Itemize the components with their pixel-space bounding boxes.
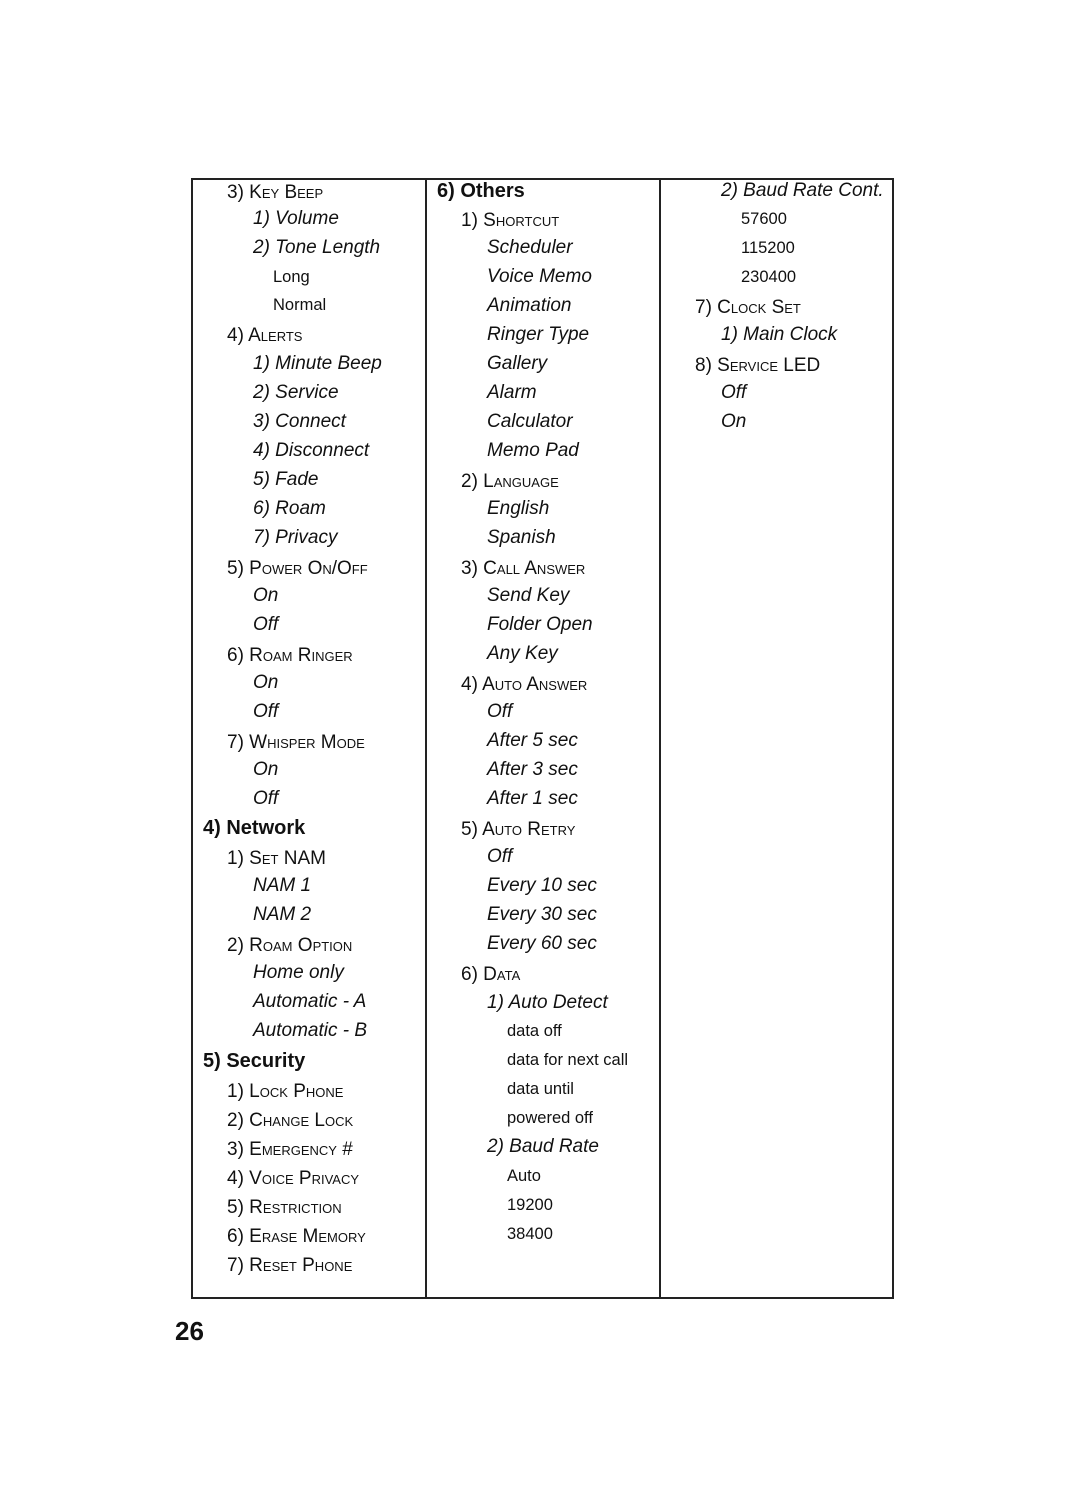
submenu-item: 2) Service	[253, 382, 339, 403]
menu-column-1: 3) Key Beep 1) Volume 2) Tone Length Long No…	[193, 180, 427, 1297]
menu-option: Long	[273, 268, 310, 286]
menu-item: 5) Power On/Off	[227, 558, 368, 579]
submenu-item: Off	[253, 788, 279, 809]
submenu-item: Any Key	[487, 643, 558, 664]
submenu-item: 1) Volume	[253, 208, 339, 229]
menu-option: data for next call	[507, 1051, 629, 1069]
submenu-item: NAM 1	[253, 875, 312, 896]
submenu-item: Voice Memo	[487, 266, 592, 287]
menu-item: 1) Lock Phone	[227, 1081, 344, 1102]
menu-option: 38400	[507, 1225, 553, 1243]
submenu-item: English	[487, 498, 550, 519]
menu-option: 57600	[741, 210, 787, 228]
menu-item: 2) Language	[461, 471, 559, 492]
submenu-item: Every 10 sec	[487, 875, 597, 896]
submenu-item: Memo Pad	[487, 440, 579, 461]
submenu-item: After 1 sec	[487, 788, 578, 809]
menu-item: 3) Emergency #	[227, 1139, 353, 1160]
submenu-item: 2) Baud Rate Cont.	[721, 180, 884, 201]
menu-item: 3) Key Beep	[227, 182, 324, 203]
menu-option: 230400	[741, 268, 797, 286]
menu-item: 8) Service LED	[695, 355, 821, 376]
submenu-item: Automatic - B	[253, 1020, 368, 1041]
menu-option: powered off	[507, 1109, 593, 1127]
submenu-item: Scheduler	[487, 237, 573, 258]
submenu-item: NAM 2	[253, 904, 312, 925]
menu-section-heading: 4) Network	[203, 817, 306, 839]
submenu-item: Send Key	[487, 585, 570, 606]
submenu-item: Every 60 sec	[487, 933, 597, 954]
menu-item: 5) Auto Retry	[461, 819, 576, 840]
menu-item: 4) Alerts	[227, 325, 303, 346]
menu-item: 7) Whisper Mode	[227, 732, 365, 753]
submenu-item: Calculator	[487, 411, 573, 432]
menu-item: 2) Roam Option	[227, 935, 353, 956]
menu-item: 7) Reset Phone	[227, 1255, 353, 1276]
submenu-item: On	[253, 759, 279, 780]
menu-option: 19200	[507, 1196, 553, 1214]
submenu-item: Off	[253, 614, 279, 635]
submenu-item: Folder Open	[487, 614, 593, 635]
menu-column-3: 2) Baud Rate Cont. 57600 115200 230400 7) Cl…	[661, 180, 892, 1297]
submenu-item: On	[721, 411, 747, 432]
submenu-item: On	[253, 585, 279, 606]
page-number: 26	[175, 1316, 204, 1346]
menu-option: Auto	[507, 1167, 541, 1185]
submenu-item: Every 30 sec	[487, 904, 597, 925]
menu-section-heading: 6) Others	[437, 180, 525, 202]
menu-item: 1) Set NAM	[227, 848, 326, 869]
menu-option: 115200	[741, 239, 795, 257]
submenu-item: 7) Privacy	[253, 527, 338, 548]
submenu-item: On	[253, 672, 279, 693]
menu-item: 1) Shortcut	[461, 210, 560, 231]
submenu-item: 2) Baud Rate	[487, 1136, 599, 1157]
menu-option: data until	[507, 1080, 574, 1098]
menu-item: 6) Erase Memory	[227, 1226, 366, 1247]
submenu-item: Animation	[487, 295, 572, 316]
menu-column-2: 6) Others 1) Shortcut Scheduler Voice Memo A…	[427, 180, 661, 1297]
submenu-item: Off	[721, 382, 747, 403]
submenu-item: Ringer Type	[487, 324, 590, 345]
menu-item: 6) Data	[461, 964, 521, 985]
submenu-item: 3) Connect	[253, 411, 346, 432]
menu-item: 6) Roam Ringer	[227, 645, 353, 666]
submenu-item: Spanish	[487, 527, 556, 548]
submenu-item: Automatic - A	[253, 991, 367, 1012]
submenu-item: Off	[487, 846, 513, 867]
menu-option: data off	[507, 1022, 562, 1040]
menu-item: 3) Call Answer	[461, 558, 586, 579]
menu-item: 5) Restriction	[227, 1197, 342, 1218]
menu-item: 2) Change Lock	[227, 1110, 354, 1131]
submenu-item: Home only	[253, 962, 344, 983]
submenu-item: Off	[253, 701, 279, 722]
submenu-item: 6) Roam	[253, 498, 326, 519]
submenu-item: Gallery	[487, 353, 548, 374]
menu-item: 4) Voice Privacy	[227, 1168, 360, 1189]
menu-section-heading: 5) Security	[203, 1050, 306, 1072]
submenu-item: Alarm	[487, 382, 537, 403]
submenu-item: 2) Tone Length	[253, 237, 381, 258]
menu-item: 7) Clock Set	[695, 297, 801, 318]
menu-item: 4) Auto Answer	[461, 674, 588, 695]
submenu-item: After 5 sec	[487, 730, 578, 751]
submenu-item: After 3 sec	[487, 759, 578, 780]
submenu-item: 4) Disconnect	[253, 440, 370, 461]
submenu-item: 5) Fade	[253, 469, 319, 490]
submenu-item: Off	[487, 701, 513, 722]
menu-option: Normal	[273, 296, 327, 314]
submenu-item: 1) Main Clock	[721, 324, 838, 345]
menu-tree-table: 3) Key Beep 1) Volume 2) Tone Length Long No…	[191, 178, 894, 1299]
submenu-item: 1) Minute Beep	[253, 353, 382, 374]
submenu-item: 1) Auto Detect	[487, 992, 608, 1013]
